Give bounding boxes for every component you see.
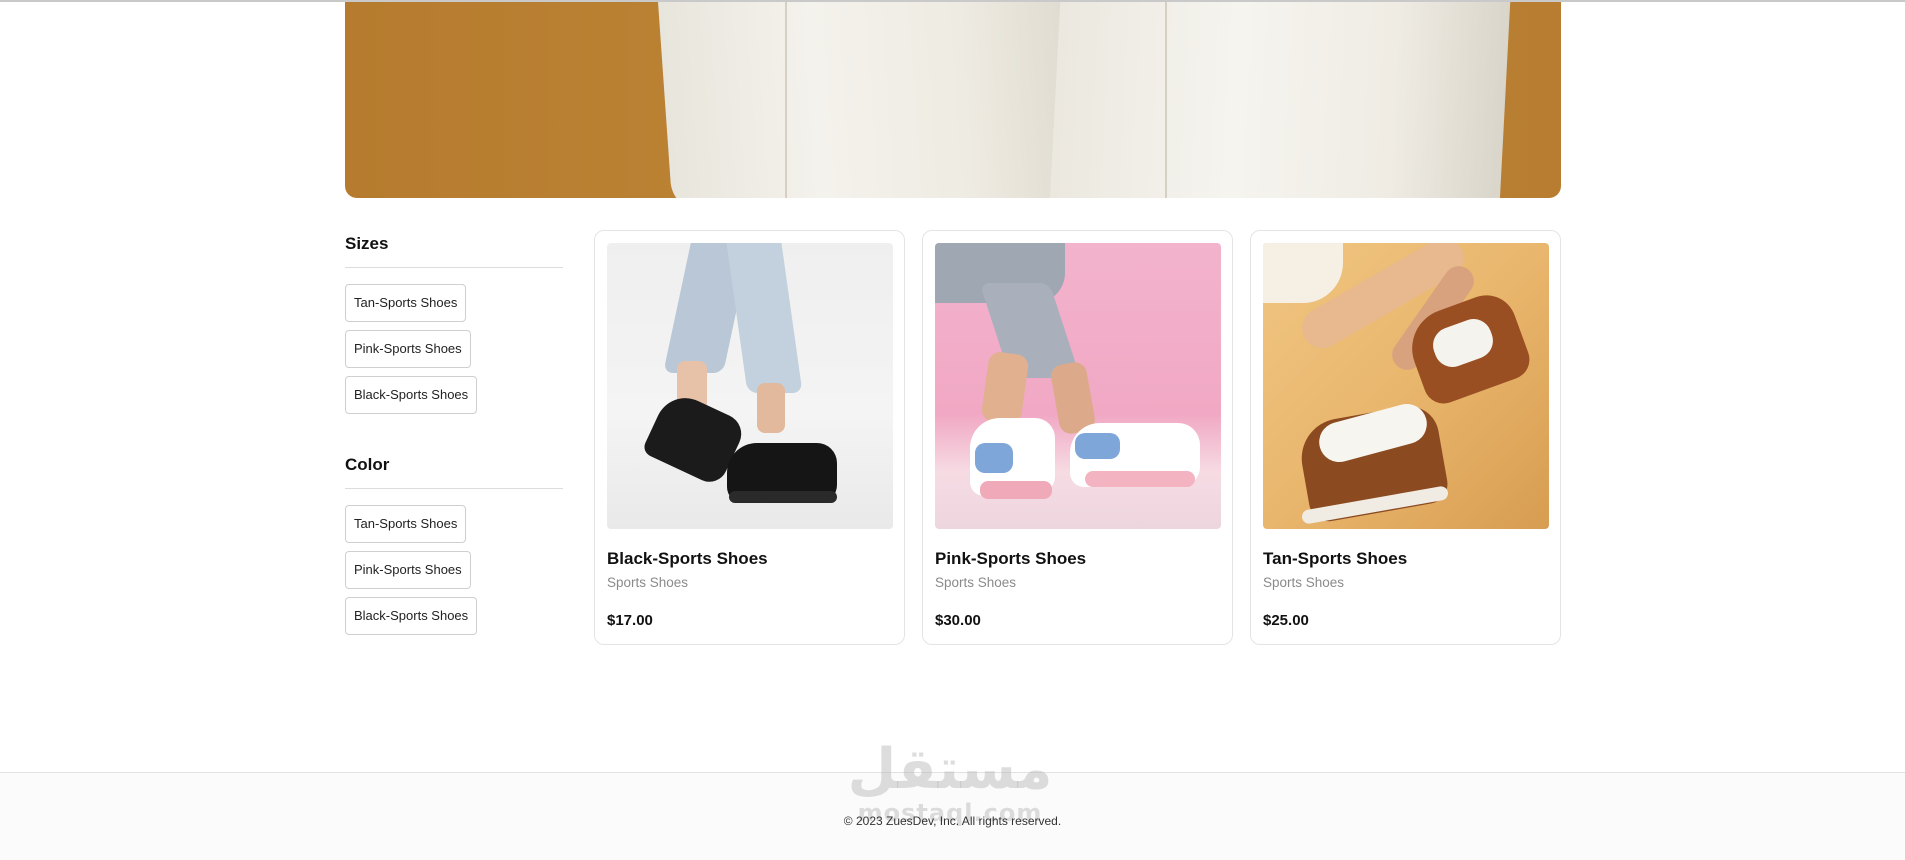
product-card[interactable]: Pink-Sports Shoes Sports Shoes $30.00 — [922, 230, 1233, 645]
page: Sizes Tan-Sports Shoes Pink-Sports Shoes… — [0, 0, 1905, 860]
color-filter-chip[interactable]: Tan-Sports Shoes — [345, 505, 467, 543]
filter-divider — [345, 267, 563, 268]
product-price: $30.00 — [935, 612, 981, 629]
filter-group-sizes: Sizes Tan-Sports Shoes Pink-Sports Shoes… — [345, 225, 563, 422]
product-price: $25.00 — [1263, 612, 1309, 629]
hero-crease — [1165, 2, 1167, 198]
product-category: Sports Shoes — [1263, 575, 1345, 590]
product-name: Black-Sports Shoes — [607, 549, 768, 568]
filter-sidebar: Sizes Tan-Sports Shoes Pink-Sports Shoes… — [345, 225, 563, 661]
hero-pant-leg-left — [657, 2, 1103, 198]
size-filter-chip[interactable]: Black-Sports Shoes — [345, 376, 478, 414]
product-name: Tan-Sports Shoes — [1263, 549, 1408, 568]
copyright-text: © 2023 ZuesDev, Inc. All rights reserved… — [843, 814, 1062, 828]
filter-title: Color — [345, 455, 390, 474]
product-image[interactable] — [1263, 243, 1549, 529]
product-image[interactable] — [607, 243, 893, 529]
product-name: Pink-Sports Shoes — [935, 549, 1087, 568]
filter-group-color: Color Tan-Sports Shoes Pink-Sports Shoes… — [345, 446, 563, 643]
product-grid: Black-Sports Shoes Sports Shoes $17.00 P… — [594, 230, 1561, 645]
product-price: $17.00 — [607, 612, 653, 629]
product-category: Sports Shoes — [935, 575, 1017, 590]
color-filter-chip[interactable]: Pink-Sports Shoes — [345, 551, 471, 589]
filter-title: Sizes — [345, 234, 389, 253]
size-filter-chip[interactable]: Tan-Sports Shoes — [345, 284, 467, 322]
filter-divider — [345, 488, 563, 489]
product-category: Sports Shoes — [607, 575, 689, 590]
product-image[interactable] — [935, 243, 1221, 529]
hero-crease — [785, 2, 787, 198]
product-card[interactable]: Black-Sports Shoes Sports Shoes $17.00 — [594, 230, 905, 645]
size-filter-chip[interactable]: Pink-Sports Shoes — [345, 330, 471, 368]
product-card[interactable]: Tan-Sports Shoes Sports Shoes $25.00 — [1250, 230, 1561, 645]
hero-pant-leg-right — [1049, 2, 1511, 198]
color-filter-chip[interactable]: Black-Sports Shoes — [345, 597, 478, 635]
hero-banner-image — [345, 2, 1561, 198]
